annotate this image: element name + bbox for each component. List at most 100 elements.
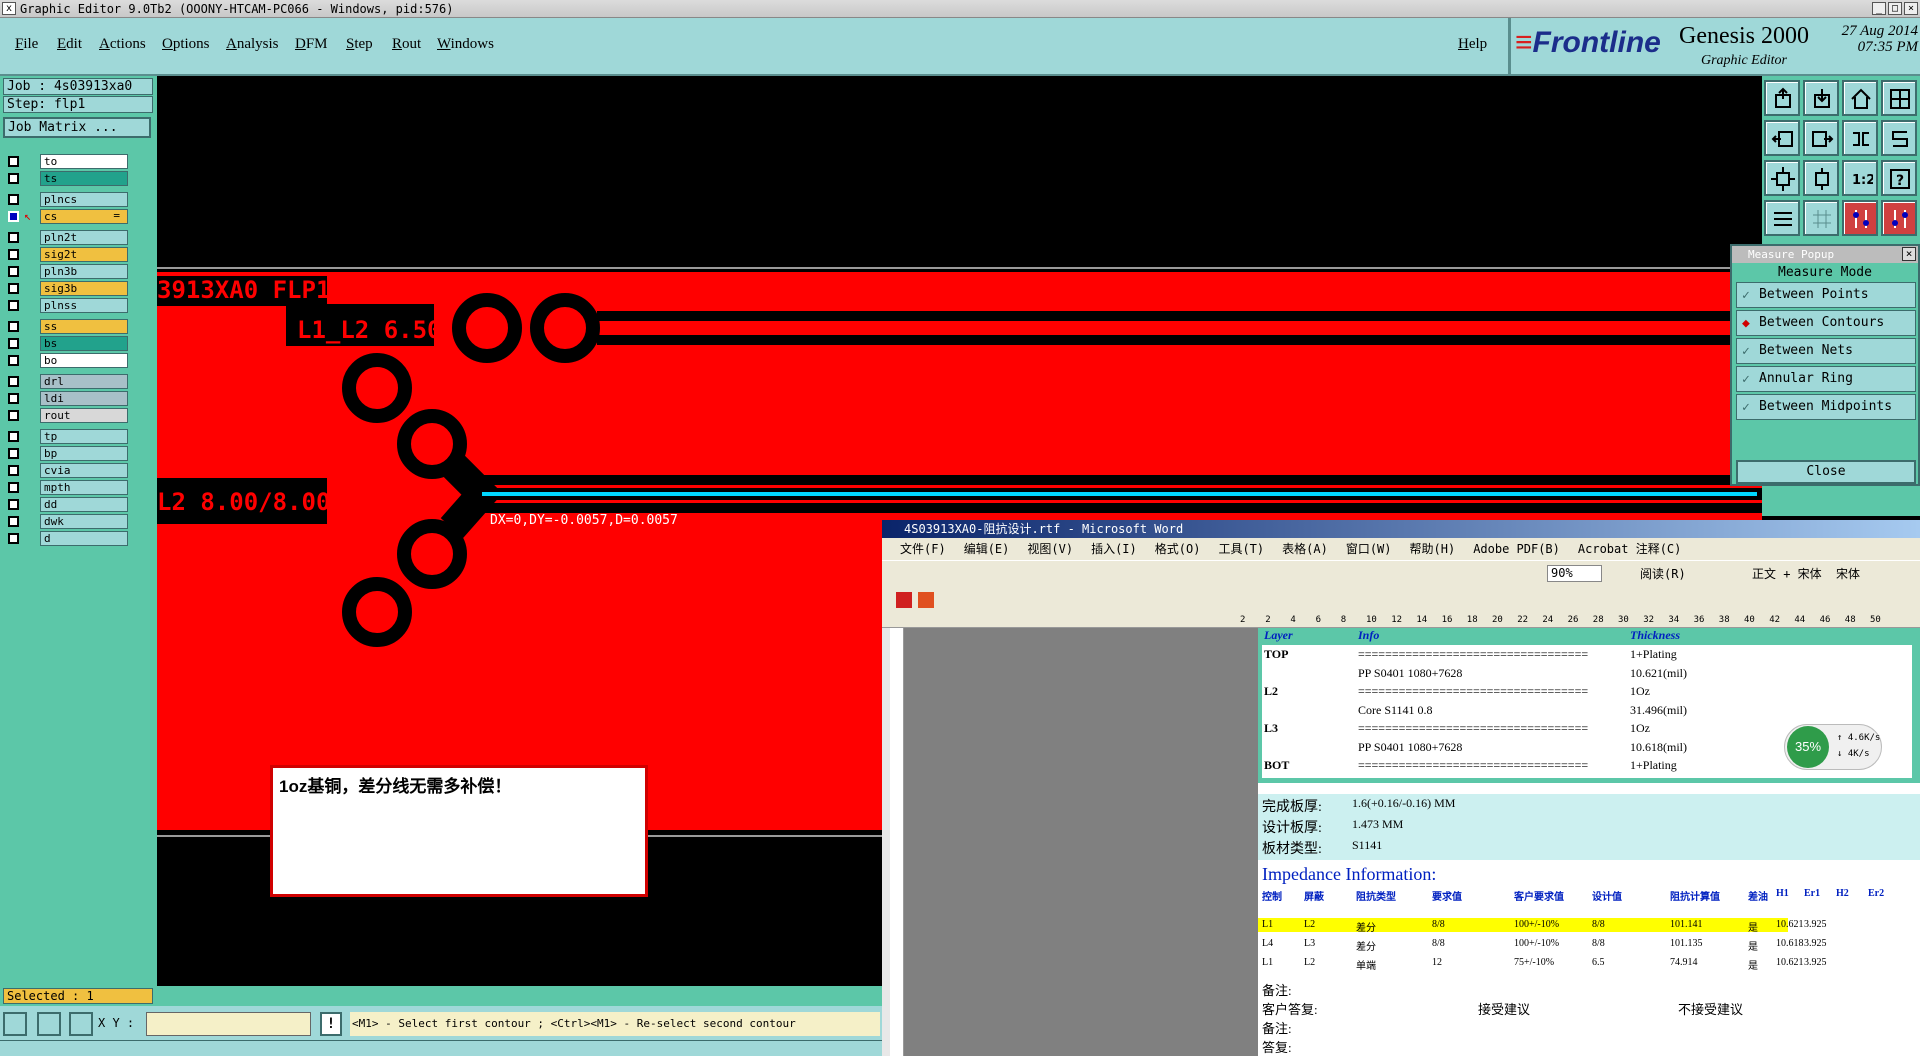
layer-name[interactable]: tp [40,429,128,444]
layer-name[interactable]: drl [40,374,128,389]
layer-name[interactable]: ss [40,319,128,334]
measure-option[interactable]: ✓ Annular Ring [1736,366,1916,392]
word-menu-item[interactable]: Acrobat 注释(C) [1578,542,1681,556]
menu-file[interactable]: File [15,36,38,53]
layer-name[interactable]: bo [40,353,128,368]
minimize-button[interactable]: _ [1872,2,1886,15]
tool-settings-icon[interactable] [1764,200,1800,236]
menu-rout[interactable]: Rout [392,36,421,53]
word-menu-item[interactable]: 表格(A) [1282,542,1328,556]
menu-analysis[interactable]: Analysis [226,36,279,53]
layer-name[interactable]: mpth [40,480,128,495]
menu-windows[interactable]: Windows [437,36,494,53]
snap-tool-icon[interactable] [3,1012,27,1036]
layer-row-plnss[interactable]: plnss [6,298,128,313]
layer-checkbox[interactable] [8,376,19,387]
layer-row-bo[interactable]: bo [6,353,128,368]
tool-net2-icon[interactable] [1881,200,1917,236]
layer-row-rout[interactable]: rout [6,408,128,423]
angle-tool-icon[interactable] [37,1012,61,1036]
word-menu-item[interactable]: Adobe PDF(B) [1473,542,1560,556]
style-select[interactable]: 正文 + 宋体 [1752,561,1822,587]
job-matrix-button[interactable]: Job Matrix ... [3,117,151,138]
tool-pan-right-icon[interactable] [1803,120,1839,156]
word-menu-item[interactable]: 插入(I) [1091,542,1137,556]
tool-grid-icon[interactable] [1803,200,1839,236]
layer-checkbox[interactable] [8,465,19,476]
layer-checkbox[interactable] [8,156,19,167]
layer-row-cvia[interactable]: cvia [6,463,128,478]
tool-fit-icon[interactable] [1764,160,1800,196]
layer-checkbox[interactable] [8,249,19,260]
tool-home-icon[interactable] [1842,80,1878,116]
word-menu-item[interactable]: 格式(O) [1155,542,1201,556]
word-menu-item[interactable]: 编辑(E) [964,542,1010,556]
pdf-icon[interactable] [896,592,912,608]
layer-row-cs[interactable]: ↖ cs = [6,209,128,224]
layer-checkbox[interactable] [8,516,19,527]
tool-open-icon[interactable] [1764,80,1800,116]
tool-window-icon[interactable] [1881,80,1917,116]
layer-name[interactable]: pln2t [40,230,128,245]
word-menu-item[interactable]: 工具(T) [1218,542,1264,556]
word-menu-item[interactable]: 视图(V) [1027,542,1073,556]
layer-name[interactable]: ldi [40,391,128,406]
menu-options[interactable]: Options [162,36,210,53]
layer-checkbox[interactable] [8,431,19,442]
word-menu-item[interactable]: 文件(F) [900,542,946,556]
measure-option[interactable]: ✓ Between Points [1736,282,1916,308]
layer-name[interactable]: pln3b [40,264,128,279]
layer-row-mpth[interactable]: mpth [6,480,128,495]
menu-step[interactable]: Step [346,36,373,53]
layer-name[interactable]: sig2t [40,247,128,262]
layer-row-ts[interactable]: ts [6,171,128,186]
tool-help-icon[interactable]: ? [1881,160,1917,196]
layer-name[interactable]: cvia [40,463,128,478]
layer-row-dwk[interactable]: dwk [6,514,128,529]
tool-save-icon[interactable] [1803,80,1839,116]
tool-snap-icon[interactable] [1842,120,1878,156]
layer-name[interactable]: to [40,154,128,169]
layer-checkbox[interactable] [8,338,19,349]
layer-checkbox[interactable] [8,321,19,332]
layer-name[interactable]: plncs [40,192,128,207]
measure-close-button[interactable]: Close [1736,460,1916,484]
layer-name[interactable]: d [40,531,128,546]
maximize-button[interactable]: □ [1888,2,1902,15]
alert-icon[interactable]: ! [320,1012,342,1036]
layer-name[interactable]: bs [40,336,128,351]
layer-row-pln2t[interactable]: pln2t [6,230,128,245]
menu-edit[interactable]: Edit [57,36,82,53]
layer-row-d[interactable]: d [6,531,128,546]
layer-row-bp[interactable]: bp [6,446,128,461]
layer-name[interactable]: dwk [40,514,128,529]
measure-close-icon[interactable]: × [1902,247,1916,261]
layer-name[interactable]: rout [40,408,128,423]
measure-option[interactable]: ✓ Between Midpoints [1736,394,1916,420]
layer-checkbox[interactable] [8,211,19,222]
read-button[interactable]: 阅读(R) [1640,561,1686,587]
layer-name[interactable]: sig3b [40,281,128,296]
layer-name[interactable]: bp [40,446,128,461]
layer-row-tp[interactable]: tp [6,429,128,444]
layer-row-to[interactable]: to [6,154,128,169]
layer-checkbox[interactable] [8,533,19,544]
layer-row-dd[interactable]: dd [6,497,128,512]
measure-option[interactable]: ◆ Between Contours [1736,310,1916,336]
layer-checkbox[interactable] [8,283,19,294]
layer-row-plncs[interactable]: plncs [6,192,128,207]
layer-checkbox[interactable] [8,482,19,493]
pdf-comment-icon[interactable] [918,592,934,608]
layer-checkbox[interactable] [8,173,19,184]
measure-option[interactable]: ✓ Between Nets [1736,338,1916,364]
layer-row-drl[interactable]: drl [6,374,128,389]
menu-actions[interactable]: Actions [99,36,146,53]
layer-row-pln3b[interactable]: pln3b [6,264,128,279]
layer-checkbox[interactable] [8,300,19,311]
layer-checkbox[interactable] [8,266,19,277]
xy-input[interactable] [146,1012,311,1036]
layer-checkbox[interactable] [8,448,19,459]
layer-checkbox[interactable] [8,499,19,510]
zoom-select[interactable]: 90% [1547,565,1602,582]
layer-name[interactable]: dd [40,497,128,512]
